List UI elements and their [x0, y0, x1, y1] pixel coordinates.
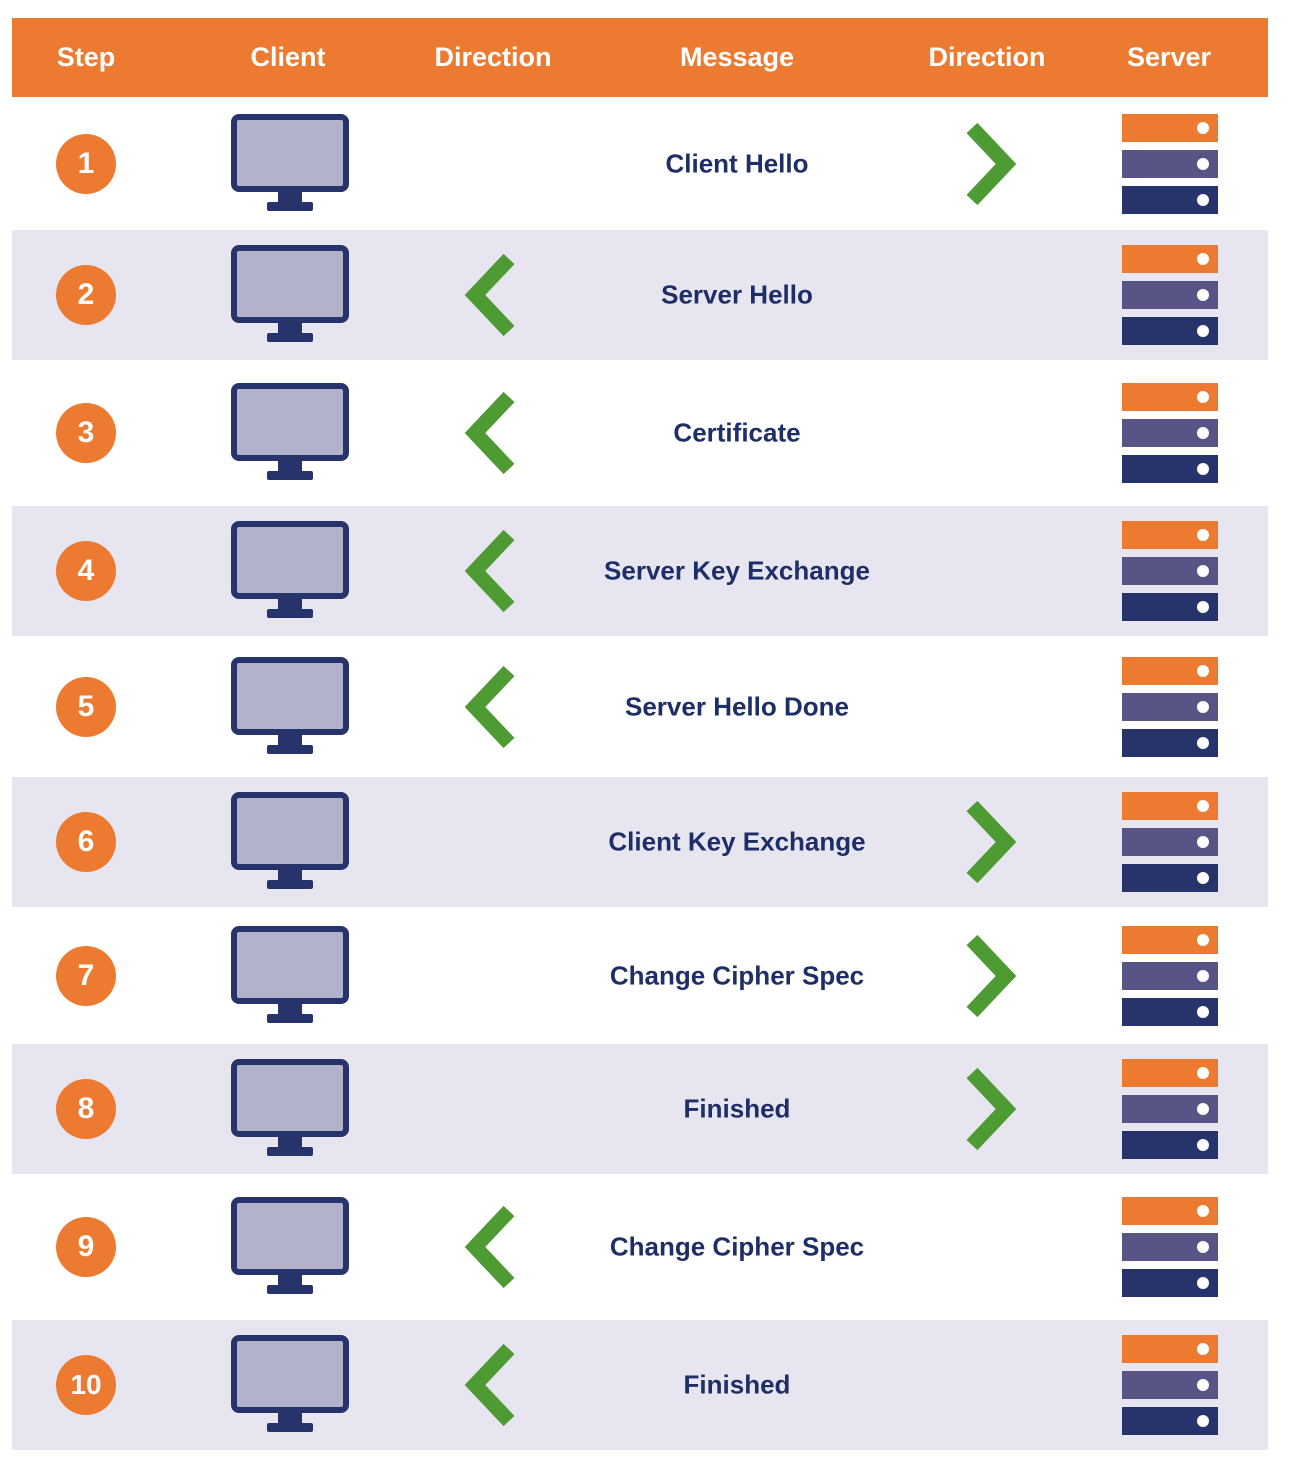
table-row: 7 Change Cipher Spec: [12, 907, 1268, 1044]
monitor-icon: [231, 521, 349, 618]
header-step: Step: [56, 42, 116, 72]
monitor-icon: [231, 925, 349, 1023]
client-cell: [231, 245, 349, 345]
direction-to-client: [463, 391, 519, 475]
chevron-right-icon: [966, 1067, 1017, 1151]
message-label: Change Cipher Spec: [609, 1231, 865, 1262]
table-row: 5 Server Hello Done: [12, 636, 1268, 777]
monitor-icon: [231, 1335, 349, 1432]
message-label: Finished: [683, 1369, 791, 1400]
server-cell: [1121, 792, 1219, 892]
monitor-icon: [231, 245, 349, 342]
server-icon: [1122, 656, 1218, 757]
direction-to-client: [463, 1205, 519, 1289]
direction-to-server: [962, 800, 1018, 884]
table-row: 1 Client Hello: [12, 97, 1268, 230]
server-cell: [1121, 245, 1219, 345]
server-icon: [1122, 113, 1218, 214]
monitor-icon: [231, 383, 349, 480]
step-number-badge: 4: [56, 541, 116, 601]
header-server: Server: [1126, 42, 1212, 72]
message-label: Certificate: [673, 417, 801, 448]
server-cell: [1121, 925, 1219, 1026]
message-label: Finished: [683, 1093, 791, 1124]
direction-to-client: [463, 253, 519, 337]
monitor-icon: [231, 792, 349, 889]
chevron-left-icon: [464, 253, 515, 337]
step-number-badge: 6: [56, 812, 116, 872]
server-icon: [1122, 245, 1218, 345]
table-row: 3 Certificate: [12, 360, 1268, 506]
client-cell: [231, 792, 349, 892]
monitor-icon: [231, 1059, 349, 1156]
table-row: 9 Change Cipher Spec: [12, 1174, 1268, 1320]
server-cell: [1121, 383, 1219, 483]
chevron-left-icon: [464, 1205, 515, 1289]
step-number-badge: 3: [56, 403, 116, 463]
message-label: Server Hello Done: [625, 691, 849, 721]
server-cell: [1121, 1197, 1219, 1297]
step-number-badge: 5: [56, 676, 116, 737]
chevron-left-icon: [464, 529, 515, 613]
server-cell: [1121, 113, 1219, 214]
client-cell: [231, 113, 349, 214]
client-cell: [231, 925, 349, 1026]
header-message: Message: [679, 42, 795, 72]
table-row: 4 Server Key Exchange: [12, 506, 1268, 636]
step-number-badge: 1: [56, 133, 116, 194]
direction-to-server: [962, 934, 1018, 1018]
direction-to-client: [463, 529, 519, 613]
server-icon: [1122, 1197, 1218, 1297]
step-number-badge: 9: [56, 1217, 116, 1277]
table-row: 8 Finished: [12, 1044, 1268, 1174]
header-client: Client: [250, 42, 326, 72]
step-number-badge: 2: [56, 265, 116, 325]
monitor-icon: [231, 113, 349, 211]
server-cell: [1121, 1335, 1219, 1435]
server-cell: [1121, 1059, 1219, 1159]
table-header: Step Client Direction Message Direction …: [12, 18, 1268, 97]
client-cell: [231, 656, 349, 757]
server-icon: [1122, 521, 1218, 621]
client-cell: [231, 383, 349, 483]
server-cell: [1121, 521, 1219, 621]
step-number-badge: 10: [56, 1355, 116, 1415]
table-row: 2 Server Hello: [12, 230, 1268, 360]
table-row: 10 Finished: [12, 1320, 1268, 1450]
message-label: Server Hello: [661, 279, 813, 310]
direction-to-client: [463, 1343, 519, 1427]
message-label: Client Hello: [665, 148, 809, 178]
client-cell: [231, 1059, 349, 1159]
header-direction-right: Direction: [928, 42, 1046, 72]
message-label: Server Key Exchange: [604, 555, 870, 586]
server-cell: [1121, 656, 1219, 757]
table-row: 6 Client Key Exchange: [12, 777, 1268, 907]
step-number-badge: 8: [56, 1079, 116, 1139]
direction-to-client: [463, 665, 519, 749]
direction-to-server: [962, 122, 1018, 206]
message-label: Change Cipher Spec: [609, 960, 865, 990]
monitor-icon: [231, 656, 349, 754]
chevron-right-icon: [966, 800, 1017, 884]
step-number-badge: 7: [56, 945, 116, 1006]
chevron-left-icon: [464, 665, 515, 748]
chevron-left-icon: [464, 391, 515, 475]
client-cell: [231, 1197, 349, 1297]
server-icon: [1122, 383, 1218, 483]
chevron-right-icon: [966, 934, 1017, 1017]
chevron-left-icon: [464, 1343, 515, 1427]
server-icon: [1122, 1335, 1218, 1435]
server-icon: [1122, 1059, 1218, 1159]
client-cell: [231, 521, 349, 621]
chevron-right-icon: [966, 122, 1017, 205]
header-direction-left: Direction: [434, 42, 552, 72]
direction-to-server: [962, 1067, 1018, 1151]
message-label: Client Key Exchange: [608, 826, 866, 857]
monitor-icon: [231, 1197, 349, 1294]
server-icon: [1122, 792, 1218, 892]
tls-handshake-table: Step Client Direction Message Direction …: [12, 18, 1268, 1450]
client-cell: [231, 1335, 349, 1435]
server-icon: [1122, 925, 1218, 1026]
